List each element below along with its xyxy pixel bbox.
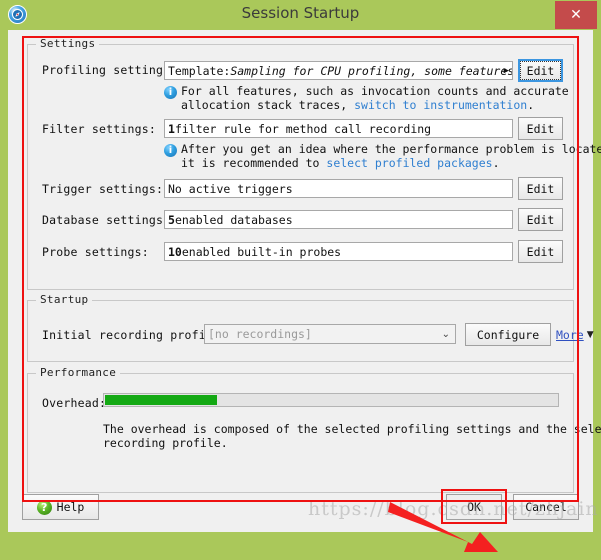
initial-recording-profile-label: Initial recording profile: [42, 328, 228, 342]
row-probe-settings: Probe settings: [42, 245, 162, 259]
probe-settings-field[interactable]: 10 enabled built-in probes [164, 242, 513, 261]
overhead-progress-bar [103, 393, 559, 407]
edit-filter-settings-label: Edit [526, 121, 555, 136]
profiling-note-line1: For all features, such as invocation cou… [181, 84, 569, 98]
edit-trigger-settings-label: Edit [526, 181, 555, 196]
ok-button[interactable]: OK [446, 494, 502, 520]
focus-ring: Edit [520, 61, 561, 80]
filter-note-line2: it is recommended to select profiled pac… [181, 156, 601, 170]
probe-settings-label: Probe settings: [42, 245, 149, 259]
more-link[interactable]: More [556, 328, 584, 342]
select-profiled-packages-link[interactable]: select profiled packages [326, 156, 492, 170]
database-settings-field[interactable]: 5 enabled databases [164, 210, 513, 229]
edit-probe-settings-button[interactable]: Edit [518, 240, 563, 263]
filter-note-line2-pre: it is recommended to [181, 156, 327, 170]
overhead-description-line1: The overhead is composed of the selected… [103, 422, 601, 436]
help-button-label: Help [56, 500, 85, 514]
database-settings-count: 5 [168, 212, 175, 227]
profiling-settings-field[interactable]: Template: Sampling for CPU profiling, so… [164, 61, 513, 80]
row-database-settings: Database settings: [42, 213, 171, 227]
performance-group: Performance Overhead: The overhead is co… [27, 366, 601, 493]
startup-group: Startup Initial recording profile: [no r… [27, 293, 594, 362]
info-icon-profiling: i [164, 86, 177, 99]
probe-settings-count: 10 [168, 244, 182, 259]
switch-to-instrumentation-link[interactable]: switch to instrumentation [354, 98, 527, 112]
edit-profiling-settings-label: Edit [526, 63, 555, 78]
close-button[interactable]: ✕ [555, 1, 597, 29]
info-icon-filter: i [164, 144, 177, 157]
filter-settings-field[interactable]: 1 filter rule for method call recording [164, 119, 513, 138]
probe-settings-text: enabled built-in probes [181, 244, 342, 259]
initial-recording-profile-select[interactable]: [no recordings] ⌄ [204, 324, 456, 344]
startup-group-legend: Startup [36, 293, 93, 306]
question-mark-icon: ? [36, 499, 52, 515]
filter-settings-count: 1 [168, 121, 175, 136]
edit-probe-settings-label: Edit [526, 244, 555, 259]
row-profiling-settings: Profiling settings: [42, 63, 178, 77]
trigger-settings-label: Trigger settings: [42, 182, 164, 196]
trigger-settings-text: No active triggers [168, 181, 293, 196]
filter-note-line2-post: . [492, 156, 500, 170]
overhead-progress-fill [105, 395, 217, 405]
caret-down-icon: ▼ [586, 330, 594, 340]
title-bar: Session Startup ✕ [0, 0, 601, 30]
performance-group-legend: Performance [36, 366, 121, 379]
filter-note-line1: After you get an idea where the performa… [181, 142, 601, 156]
chevron-down-icon: ⌄ [441, 329, 450, 340]
session-startup-window: Session Startup ✕ Settings Profiling set… [0, 0, 601, 552]
more-link-wrapper[interactable]: More ▼ [556, 328, 594, 342]
row-filter-settings: Filter settings: [42, 122, 162, 136]
edit-database-settings-label: Edit [526, 212, 555, 227]
overhead-description: The overhead is composed of the selected… [103, 422, 601, 450]
profiling-note: For all features, such as invocation cou… [181, 84, 569, 112]
database-settings-label: Database settings: [42, 213, 171, 227]
configure-button[interactable]: Configure [465, 323, 551, 346]
filter-note: After you get an idea where the performa… [181, 142, 601, 170]
filter-settings-label: Filter settings: [42, 122, 156, 136]
profiling-note-line2-post: . [527, 98, 535, 112]
configure-button-label: Configure [476, 327, 540, 342]
edit-filter-settings-button[interactable]: Edit [518, 117, 563, 140]
profiling-settings-label: Profiling settings: [42, 63, 178, 77]
edit-database-settings-button[interactable]: Edit [518, 208, 563, 231]
filter-settings-text: filter rule for method call recording [174, 121, 432, 136]
edit-trigger-settings-button[interactable]: Edit [518, 177, 563, 200]
ok-button-label: OK [467, 500, 481, 514]
row-trigger-settings: Trigger settings: [42, 182, 164, 196]
settings-group-legend: Settings [36, 37, 100, 50]
overhead-description-line2: recording profile. [103, 436, 228, 450]
dialog-body: Settings Profiling settings: Template: S… [8, 30, 601, 552]
profiling-template-value: Sampling for CPU profiling, some feature… [230, 63, 513, 78]
cancel-button[interactable]: Cancel [513, 494, 579, 520]
database-settings-text: enabled databases [174, 212, 293, 227]
dialog-button-bar: ? Help OK Cancel [8, 486, 593, 532]
help-button[interactable]: ? Help [22, 494, 99, 520]
window-title: Session Startup [241, 4, 360, 22]
profiling-template-prefix: Template: [168, 63, 231, 78]
field-overflow-arrow-icon: ▶ [503, 66, 509, 76]
overhead-label: Overhead: [42, 396, 107, 410]
trigger-settings-field[interactable]: No active triggers [164, 179, 513, 198]
profiling-note-line2: allocation stack traces, switch to instr… [181, 98, 569, 112]
settings-group: Settings Profiling settings: Template: S… [27, 37, 601, 290]
edit-profiling-settings-button[interactable]: Edit [518, 59, 563, 82]
initial-recording-profile-value: [no recordings] [208, 327, 312, 341]
profiling-note-line2-pre: allocation stack traces, [181, 98, 355, 112]
cancel-button-label: Cancel [525, 500, 567, 514]
